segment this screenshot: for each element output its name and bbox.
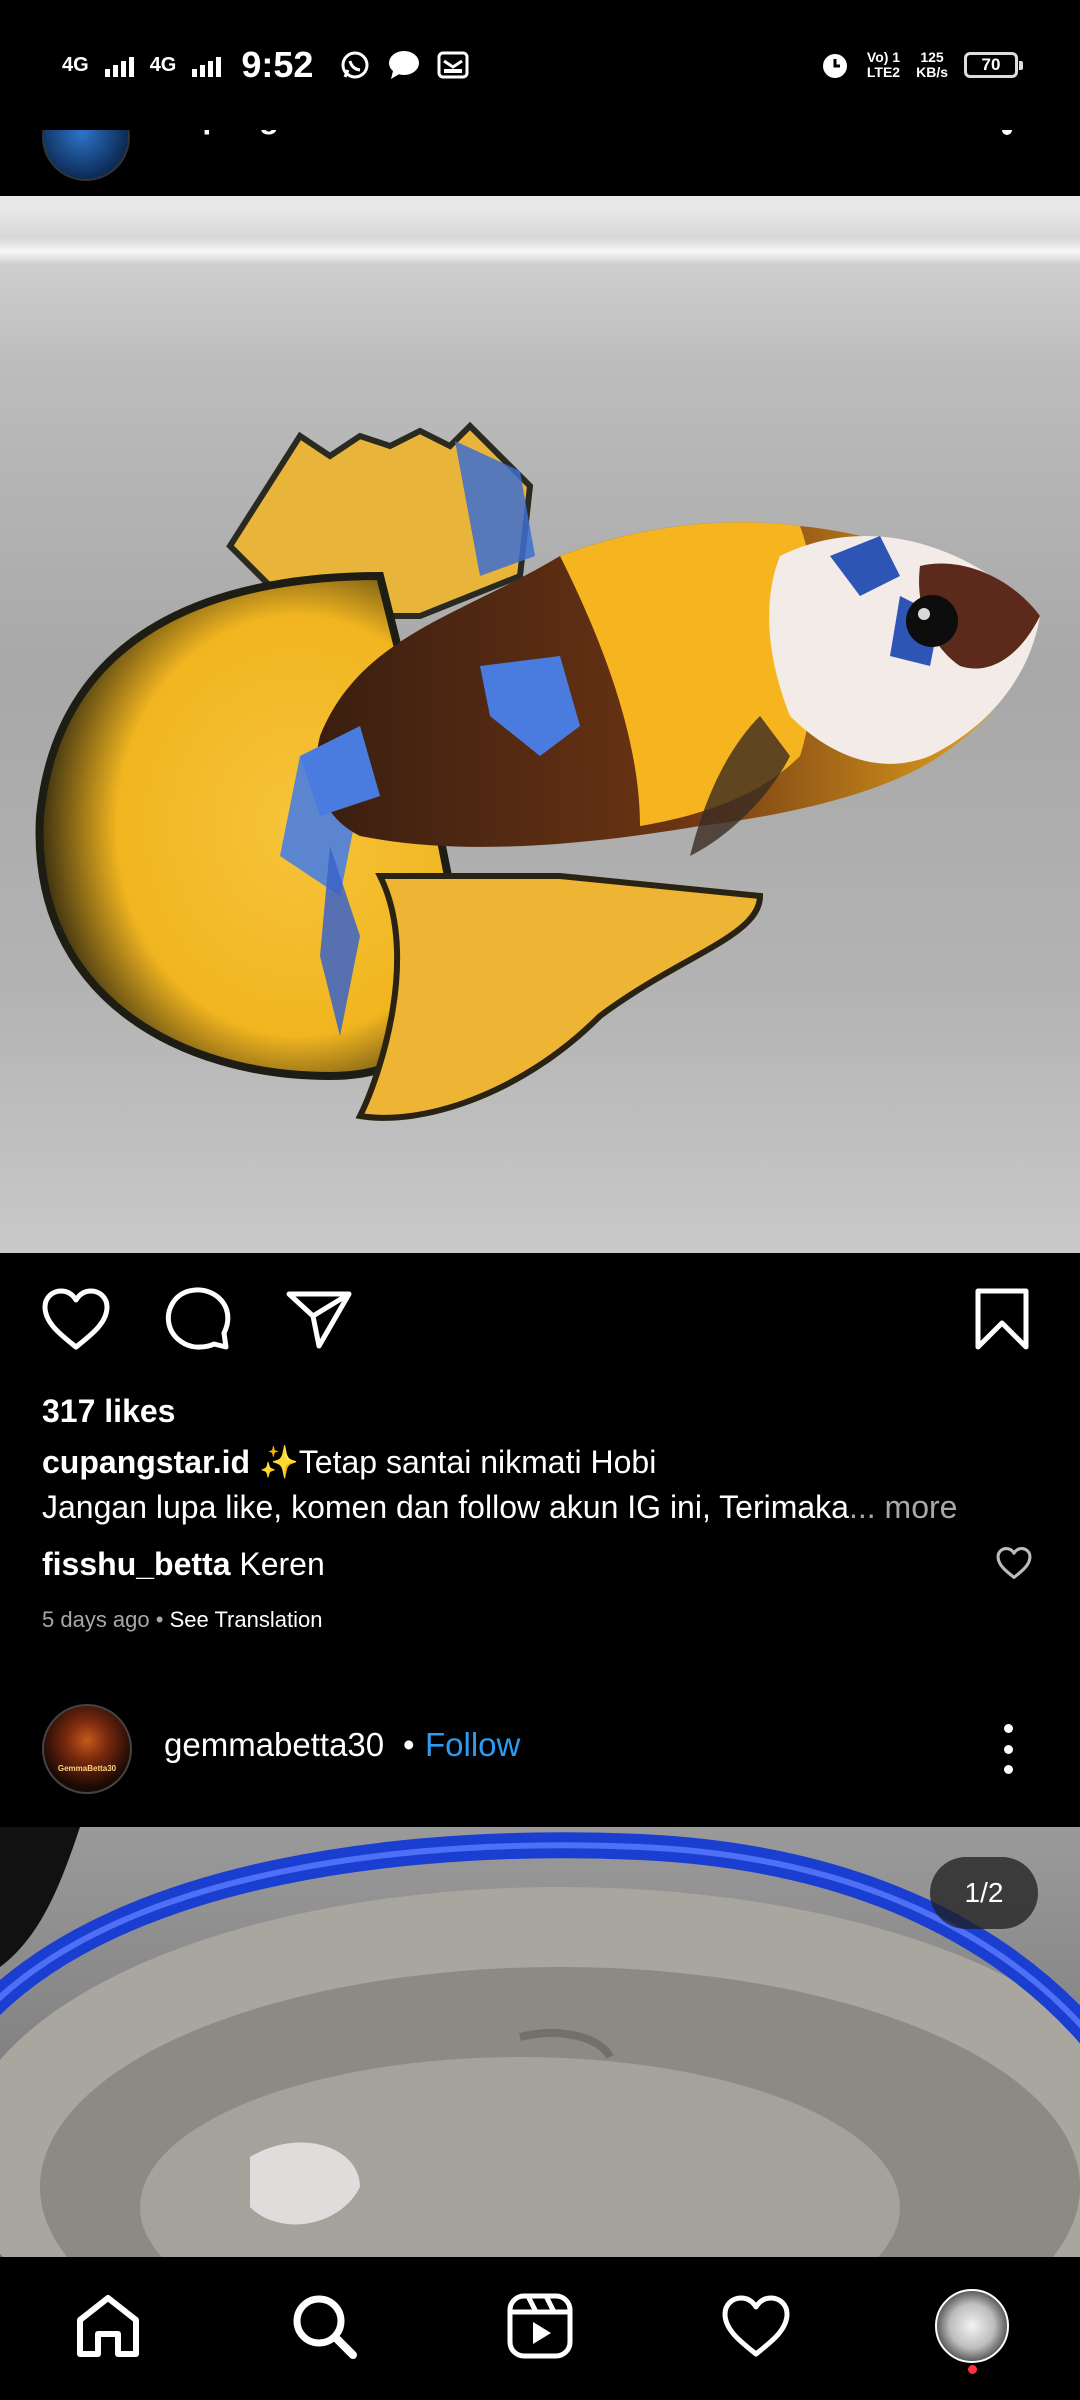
- post-time: 5 days ago: [42, 1607, 150, 1632]
- comment-like-button[interactable]: [996, 1546, 1032, 1580]
- header-separator: •: [403, 1726, 415, 1763]
- bookmark-icon: [975, 1288, 1029, 1350]
- caption-username[interactable]: cupangstar.id: [42, 1444, 250, 1480]
- nav-activity[interactable]: [706, 2276, 806, 2376]
- comment-username[interactable]: fisshu_betta: [42, 1546, 230, 1582]
- nav-home[interactable]: [58, 2276, 158, 2376]
- carousel-page-indicator: 1/2: [930, 1857, 1038, 1929]
- network-speed-unit: KB/s: [916, 64, 948, 80]
- status-bar-right: Vo) 1 LTE2 125 KB/s 70: [819, 49, 1023, 81]
- status-bar: 4G 4G 9:52 Vo) 1 LTE2 125 KB/s 70: [0, 0, 1080, 130]
- post-image-jar[interactable]: 1/2: [0, 1827, 1080, 2257]
- page-indicator-text: 1/2: [964, 1877, 1004, 1908]
- save-button[interactable]: [966, 1283, 1038, 1355]
- follow-button[interactable]: Follow: [425, 1726, 520, 1764]
- heart-icon: [722, 2295, 790, 2356]
- more-options-icon[interactable]: [992, 1724, 1024, 1774]
- message-bubble-icon: [389, 51, 420, 79]
- volte-line-2: LTE2: [866, 64, 901, 80]
- like-count[interactable]: 317 likes: [42, 1393, 175, 1430]
- avatar-logo-text: GemmaBetta30: [57, 1764, 117, 1773]
- alarm-clock-icon: [822, 54, 847, 78]
- volte-indicator: Vo) 1 LTE2: [867, 50, 900, 80]
- share-button[interactable]: [283, 1283, 355, 1355]
- notification-dot: [968, 2364, 977, 2374]
- post-meta: 5 days ago • See Translation: [42, 1607, 322, 1633]
- bottom-navigation: [0, 2257, 1080, 2400]
- comment-preview[interactable]: fisshu_betta Keren: [42, 1546, 325, 1583]
- status-bar-left: 4G 4G 9:52: [62, 44, 469, 86]
- post-actions-bar: [0, 1283, 1080, 1363]
- post-username[interactable]: gemmabetta30: [164, 1726, 384, 1764]
- search-icon: [293, 2295, 357, 2359]
- profile-avatar: [935, 2288, 1009, 2363]
- network-speed-value: 125: [920, 49, 944, 65]
- heart-icon: [996, 1547, 1032, 1579]
- comment-bubble-icon: [165, 1287, 231, 1350]
- see-translation-link[interactable]: See Translation: [170, 1607, 323, 1632]
- nav-reels[interactable]: [490, 2276, 590, 2376]
- mail-notification-icon: [437, 51, 469, 79]
- caption-text-line-2: Jangan lupa like, komen dan follow akun …: [42, 1489, 849, 1525]
- comment-text: Keren: [230, 1546, 325, 1582]
- reels-icon: [507, 2293, 573, 2358]
- meta-separator: •: [149, 1607, 170, 1632]
- caption-text: ✨Tetap santai nikmati Hobi: [250, 1444, 657, 1480]
- send-paper-plane-icon: [286, 1291, 352, 1349]
- more-link[interactable]: ... more: [849, 1489, 957, 1525]
- network-speed: 125 KB/s: [916, 50, 948, 80]
- signal-strength-icon: [104, 53, 134, 77]
- clock-time: 9:52: [241, 44, 314, 85]
- battery-level: 70: [981, 55, 1001, 74]
- volte-line-1: Vo) 1: [866, 49, 901, 65]
- battery-icon: 70: [964, 52, 1023, 78]
- avatar[interactable]: GemmaBetta30: [42, 1704, 132, 1794]
- whatsapp-icon: [341, 51, 369, 79]
- comment-button[interactable]: [162, 1283, 234, 1355]
- network-type-2: 4G: [149, 54, 177, 76]
- caption-continued: Jangan lupa like, komen dan follow akun …: [42, 1489, 957, 1526]
- heart-icon: [42, 1288, 110, 1350]
- like-button[interactable]: [40, 1283, 112, 1355]
- instagram-feed-screen: 4G 4G 9:52 Vo) 1 LTE2 125 KB/s 70 cupang…: [0, 0, 1080, 2400]
- caption: cupangstar.id ✨Tetap santai nikmati Hobi: [42, 1443, 656, 1481]
- post-image-betta-fish[interactable]: [0, 196, 1080, 1253]
- post-header: GemmaBetta30 gemmabetta30 • Follow: [0, 1704, 1080, 1794]
- signal-strength-icon: [192, 53, 222, 77]
- home-icon: [77, 2294, 139, 2357]
- nav-profile[interactable]: [922, 2276, 1022, 2376]
- nav-search[interactable]: [274, 2276, 374, 2376]
- network-type-1: 4G: [62, 54, 89, 76]
